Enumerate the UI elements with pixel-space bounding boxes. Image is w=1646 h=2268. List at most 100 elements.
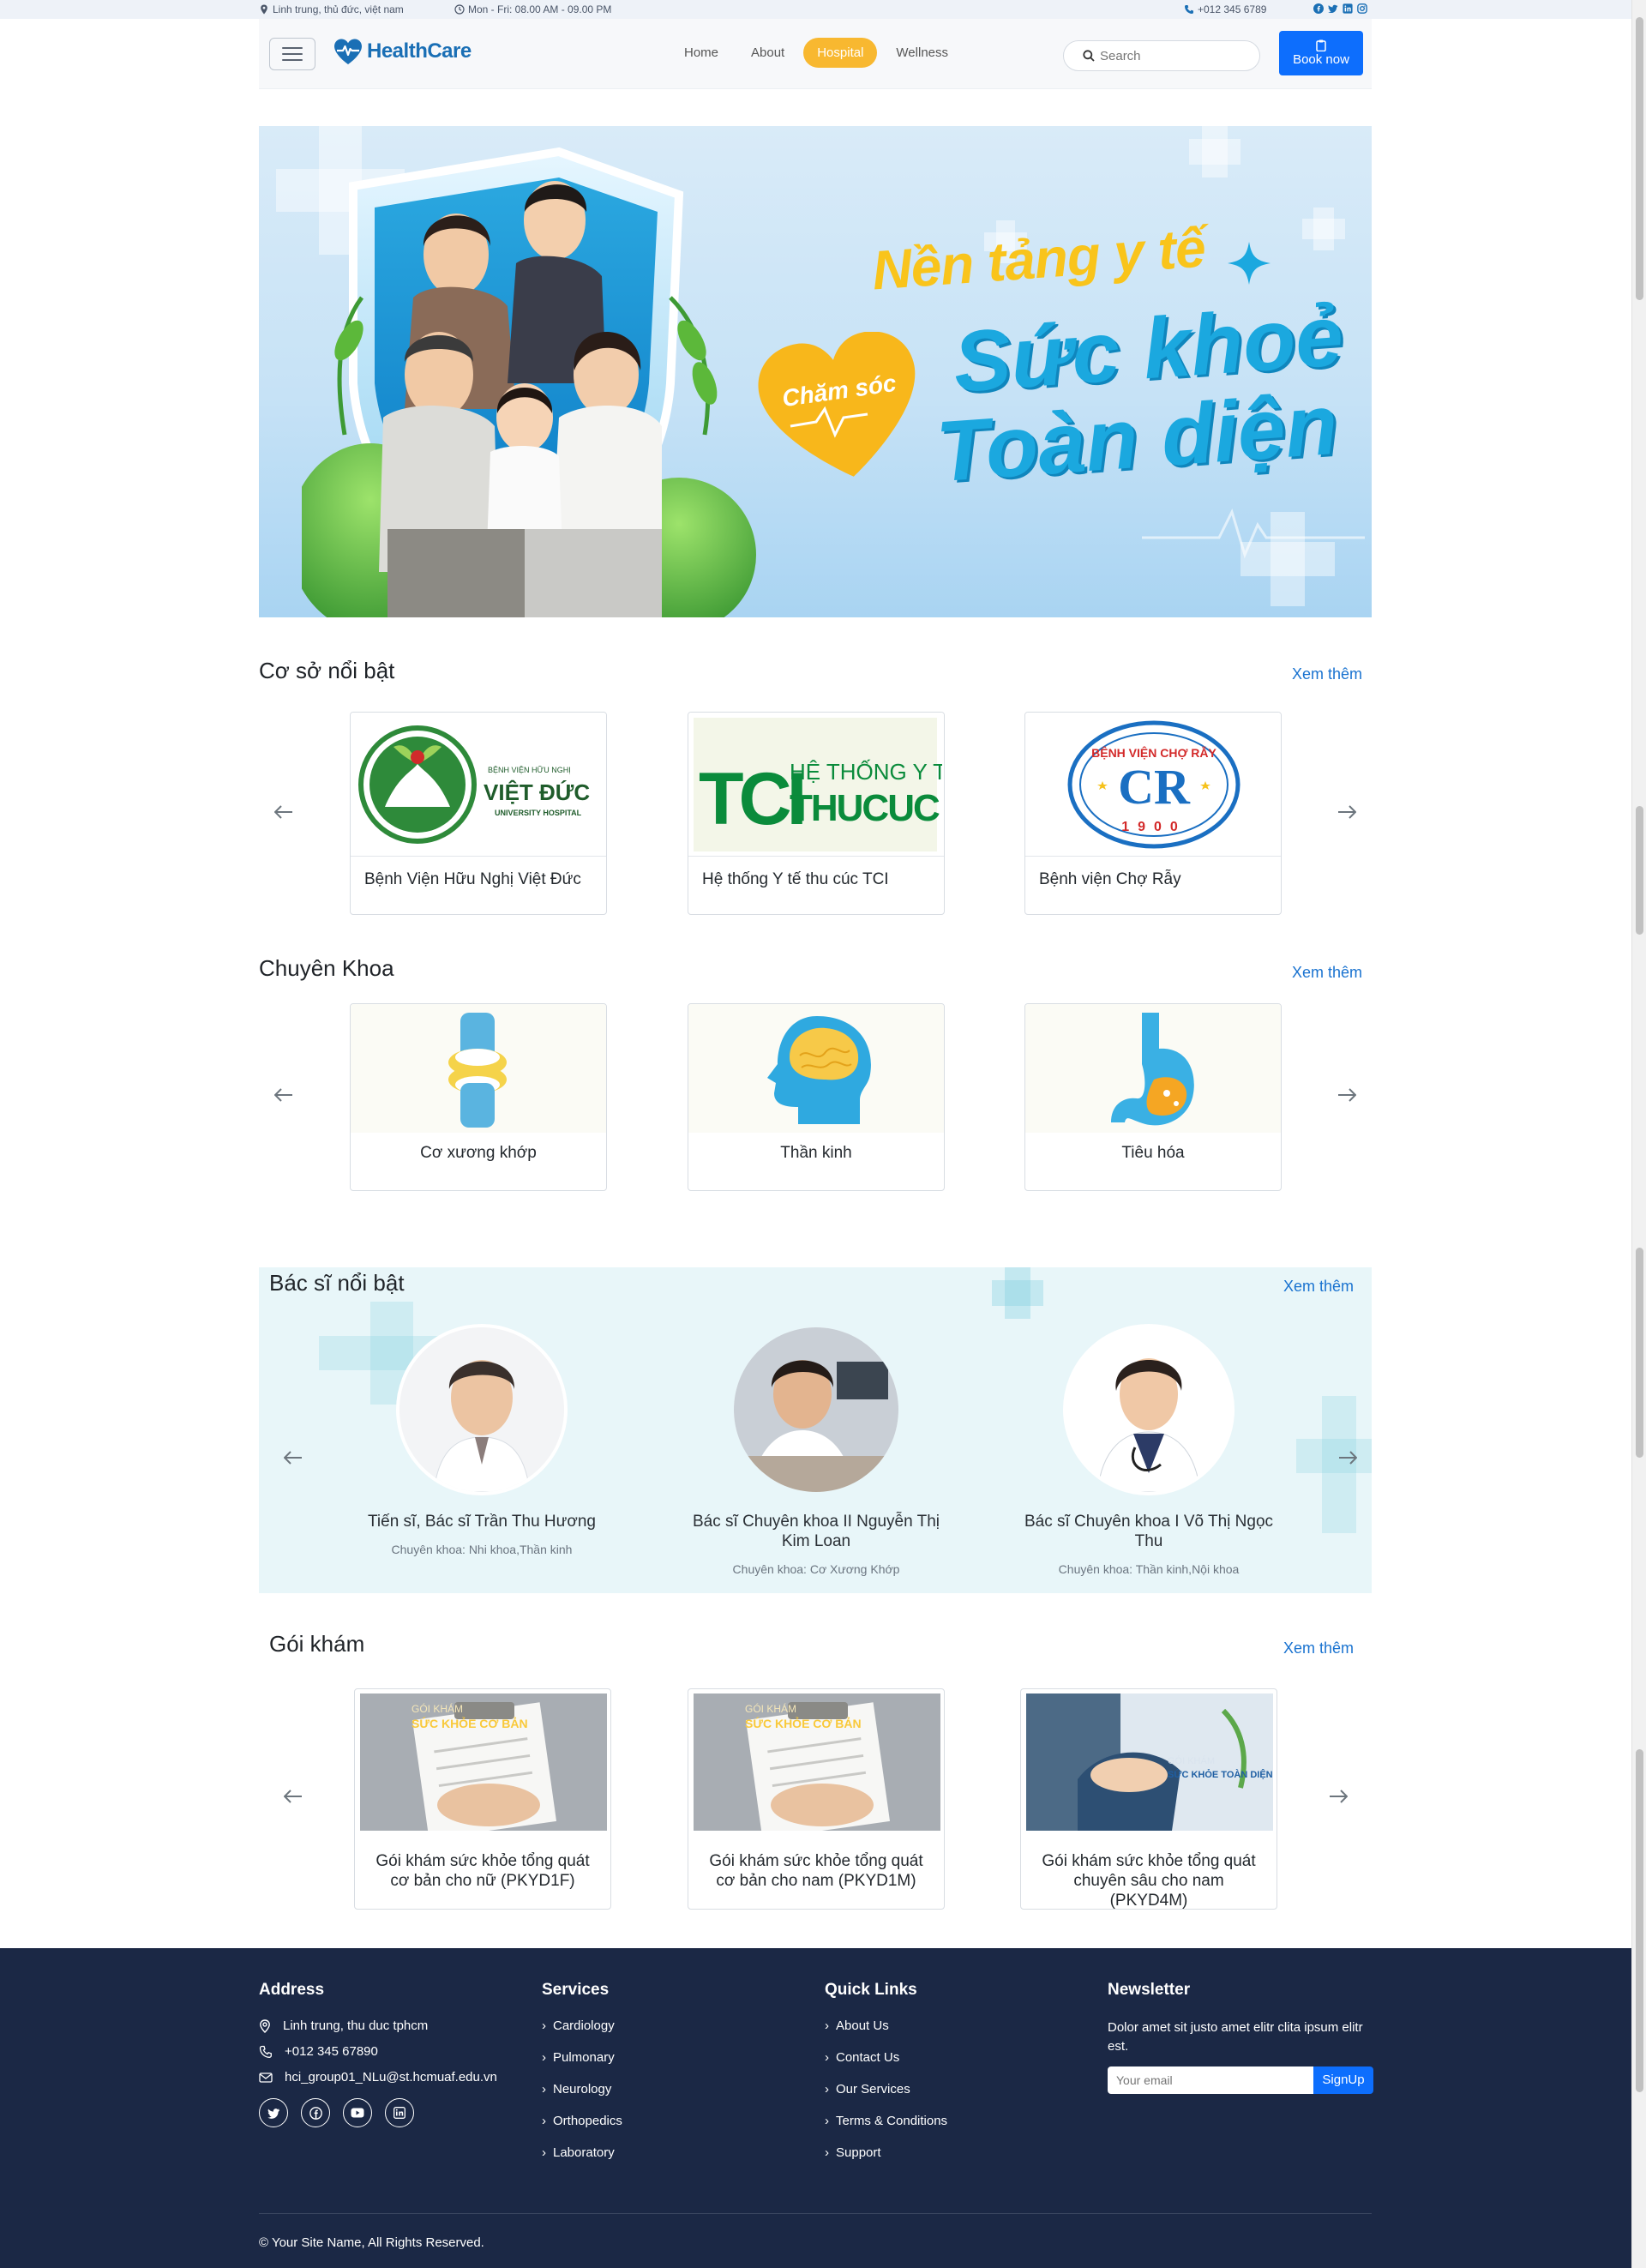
footer-service-link[interactable]: › Laboratory [542, 2145, 622, 2160]
footer-quick-links-column: Quick Links › About Us › Contact Us › Our S… [825, 1981, 947, 2177]
cho-ray-logo-text-2: CR [1118, 759, 1191, 815]
package-card[interactable]: GÓI KHÁM SỨC KHỎE CƠ BẢN Gói khám sức khỏ… [354, 1688, 611, 1910]
footer-services-title: Services [542, 1981, 610, 1999]
footer-address-column: Address Linh trung, thu duc tphcm +012 3… [259, 1981, 497, 2127]
doctor-specialty: Chuyên khoa: Cơ Xương Khớp [732, 1561, 900, 1576]
scrollbar-thumb[interactable] [1636, 1248, 1643, 1458]
envelope-icon [259, 2072, 273, 2083]
footer-quick-link[interactable]: › Support [825, 2145, 947, 2160]
package-card[interactable]: GÓI KHÁM SỨC KHỎE TOÀN DIỆN (nam) Gói khá… [1020, 1688, 1277, 1910]
footer-service-link[interactable]: › Neurology [542, 2082, 622, 2097]
doctor-card[interactable]: Bác sĩ Chuyên khoa II Nguyễn Thị Kim Loa… [688, 1324, 945, 1576]
doctors-next-arrow[interactable] [1335, 1445, 1361, 1471]
book-now-button[interactable]: Book now [1279, 31, 1363, 75]
menu-toggle-button[interactable] [269, 38, 315, 70]
package-card[interactable]: GÓI KHÁM SỨC KHỎE CƠ BẢN Gói khám sức khỏ… [688, 1688, 945, 1910]
site-footer: Address Linh trung, thu duc tphcm +012 3… [0, 1948, 1631, 2268]
facilities-prev-arrow[interactable] [271, 799, 297, 825]
cho-ray-logo-text-1: BỆNH VIỆN CHỢ RẪY [1091, 745, 1216, 760]
package-name: Gói khám sức khỏe tổng quát chuyên sâu c… [1042, 1852, 1256, 1910]
facility-card[interactable]: TCI HỆ THỐNG Y TẾ THUCUC Hệ thống Y tế t… [688, 712, 945, 915]
chevron-right-icon: › [542, 2145, 546, 2160]
viet-duc-logo-text-1: BỆNH VIỆN HỮU NGHỊ [488, 766, 571, 774]
footer-service-link[interactable]: › Orthopedics [542, 2114, 622, 2128]
brand-name: HealthCare [367, 39, 472, 63]
tci-logo-text-1: TCI [699, 758, 803, 840]
facility-card[interactable]: BỆNH VIỆN CHỢ RẪY CR 1900 Bệnh viện Chợ … [1024, 712, 1282, 915]
specialties-next-arrow[interactable] [1334, 1082, 1360, 1108]
scrollbar-thumb[interactable] [1636, 17, 1643, 300]
facebook-icon[interactable] [1313, 3, 1325, 15]
facilities-title: Cơ sở nổi bật [259, 658, 395, 683]
footer-quick-link[interactable]: › About Us [825, 2018, 947, 2033]
linkedin-icon[interactable] [1342, 3, 1354, 15]
doctor-avatar [730, 1324, 902, 1495]
twitter-icon[interactable] [1327, 3, 1339, 15]
scrollbar-thumb[interactable] [1636, 806, 1643, 935]
newsletter-signup-button[interactable]: SignUp [1313, 2066, 1373, 2094]
nav-about[interactable]: About [737, 38, 798, 68]
tci-logo-image: TCI HỆ THỐNG Y TẾ THUCUC [688, 713, 944, 857]
footer-service-link[interactable]: › Cardiology [542, 2018, 622, 2033]
footer-quick-link[interactable]: › Our Services [825, 2082, 947, 2097]
specialty-card[interactable]: Tiêu hóa [1024, 1003, 1282, 1191]
top-info-bar: Linh trung, thủ đức, việt nam Mon - Fri:… [0, 0, 1631, 19]
nav-home[interactable]: Home [670, 38, 732, 68]
sparkle-icon [1228, 242, 1271, 285]
search-input[interactable] [1100, 48, 1246, 63]
knee-joint-icon [448, 1013, 507, 1128]
top-phone[interactable]: +012 345 6789 [1184, 3, 1266, 15]
heart-pulse-logo-icon [334, 39, 362, 64]
package-name: Gói khám sức khỏe tổng quát cơ bản cho n… [709, 1852, 923, 1890]
specialties-see-more-link[interactable]: Xem thêm [1292, 964, 1362, 982]
packages-next-arrow[interactable] [1325, 1784, 1351, 1809]
newsletter-description: Dolor amet sit justo amet elitr clita ip… [1108, 2020, 1363, 2054]
facilities-next-arrow[interactable] [1334, 799, 1360, 825]
facility-name: Bệnh viện Chợ Rẫy [1039, 870, 1181, 888]
doctor-name: Bác sĩ Chuyên khoa II Nguyễn Thị Kim Loa… [693, 1513, 940, 1550]
package-image-big-text: SỨC KHỎE CƠ BẢN [412, 1716, 528, 1730]
newsletter-form: SignUp [1108, 2066, 1373, 2094]
footer-newsletter-column: Newsletter Dolor amet sit justo amet eli… [1108, 1981, 1373, 2094]
doctors-title: Bác sĩ nổi bật [269, 1270, 405, 1296]
viet-duc-logo-image: BỆNH VIỆN HỮU NGHỊ VIỆT ĐỨC UNIVERSITY H… [351, 713, 606, 857]
newsletter-email-input[interactable] [1108, 2066, 1313, 2094]
location-pin-icon [261, 4, 267, 15]
facilities-see-more-link[interactable]: Xem thêm [1292, 665, 1362, 683]
hero-banner: Nền tảng y tế Chăm sóc Sức khoẻ Toàn diệ… [259, 126, 1372, 617]
footer-quick-link[interactable]: › Terms & Conditions [825, 2114, 947, 2128]
footer-quick-link[interactable]: › Contact Us [825, 2050, 947, 2065]
brand-logo[interactable]: HealthCare [333, 38, 472, 65]
doctors-prev-arrow[interactable] [280, 1445, 306, 1471]
twitter-icon[interactable] [259, 2098, 288, 2127]
doctors-see-more-link[interactable]: Xem thêm [1283, 1278, 1354, 1296]
featured-doctors-section: Bác sĩ nổi bật Xem thêm Tiến sĩ, Bác sĩ … [259, 1267, 1372, 1593]
package-image-small-text: GÓI KHÁM [1168, 1755, 1215, 1766]
facebook-icon[interactable] [301, 2098, 330, 2127]
clipboard-icon [1316, 39, 1326, 51]
page-scrollbar[interactable] [1631, 0, 1646, 2268]
footer-email-row: hci_group01_NLu@st.hcmuaf.edu.vn [259, 2070, 497, 2085]
nav-hospital[interactable]: Hospital [803, 38, 878, 68]
brain-head-icon [767, 1016, 871, 1124]
location-pin-icon [260, 2018, 270, 2033]
footer-service-link[interactable]: › Pulmonary [542, 2050, 622, 2065]
doctor-avatar [1063, 1324, 1234, 1495]
facility-card[interactable]: BỆNH VIỆN HỮU NGHỊ VIỆT ĐỨC UNIVERSITY H… [350, 712, 607, 915]
packages-see-more-link[interactable]: Xem thêm [1283, 1639, 1354, 1657]
specialty-card[interactable]: Cơ xương khớp [350, 1003, 607, 1191]
nav-wellness[interactable]: Wellness [882, 38, 962, 68]
chevron-right-icon: › [825, 2145, 829, 2160]
tci-logo-text-2: HỆ THỐNG Y TẾ [790, 759, 942, 785]
clock-icon [454, 4, 465, 15]
doctor-card[interactable]: Tiến sĩ, Bác sĩ Trần Thu Hương Chuyên kh… [353, 1324, 610, 1556]
specialties-prev-arrow[interactable] [271, 1082, 297, 1108]
youtube-icon[interactable] [343, 2098, 372, 2127]
instagram-icon[interactable] [1356, 3, 1368, 15]
specialty-card[interactable]: Thần kinh [688, 1003, 945, 1191]
doctor-card[interactable]: Bác sĩ Chuyên khoa I Võ Thị Ngọc Thu Chu… [1020, 1324, 1277, 1576]
packages-prev-arrow[interactable] [280, 1784, 306, 1809]
scrollbar-thumb[interactable] [1636, 1749, 1643, 2092]
package-image: GÓI KHÁM SỨC KHỎE CƠ BẢN [694, 1693, 940, 1839]
linkedin-icon[interactable] [385, 2098, 414, 2127]
